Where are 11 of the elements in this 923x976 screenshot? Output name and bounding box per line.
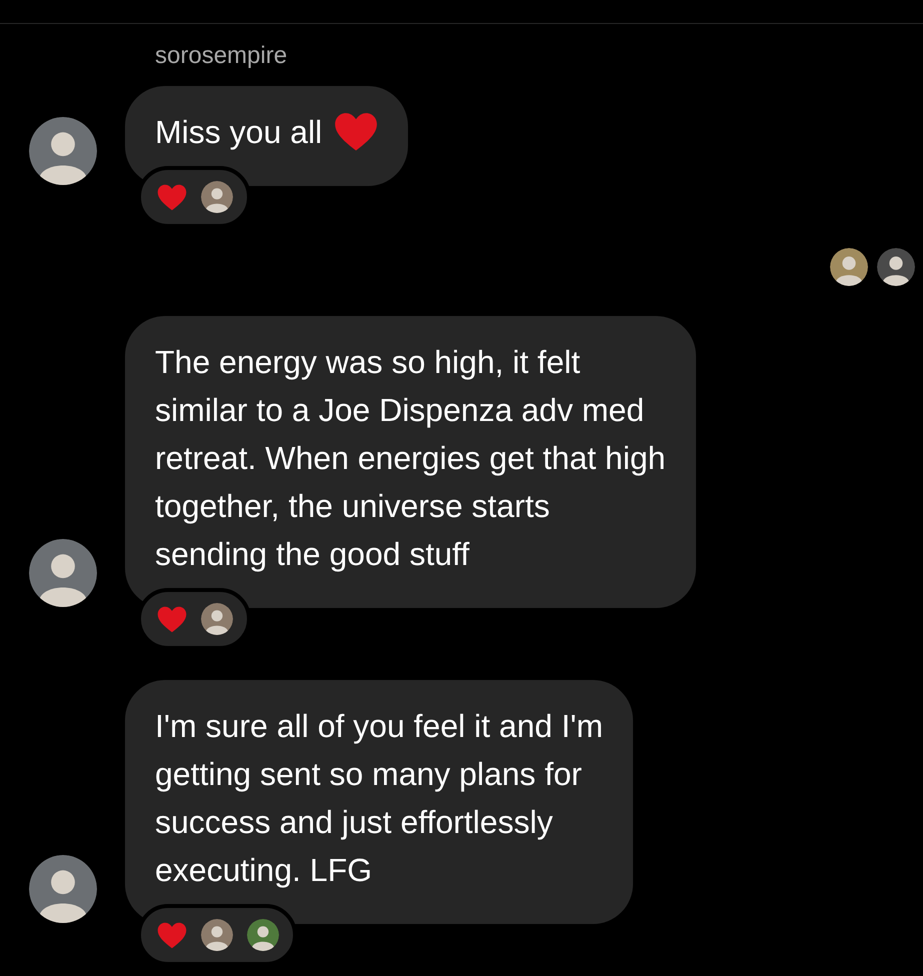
heart-icon: [157, 606, 187, 632]
sender-name: sorosempire: [155, 41, 288, 71]
message-text: Miss you all: [155, 113, 322, 152]
heart-icon: [334, 112, 378, 152]
message-text: I'm sure all of you feel it and I'm getting sent so many plans for success and just effortlessly executing. LFG: [155, 707, 603, 890]
heart-icon: [157, 922, 187, 948]
message-text: The energy was so high, it felt similar to a Joe Dispenza adv med retreat. When energies get that high together, the universe starts sending the good stuff: [155, 343, 666, 574]
sender-avatar: [28, 539, 96, 607]
sender-avatar: [28, 117, 96, 185]
sender-avatar: [28, 855, 96, 923]
heart-icon: [157, 184, 187, 210]
